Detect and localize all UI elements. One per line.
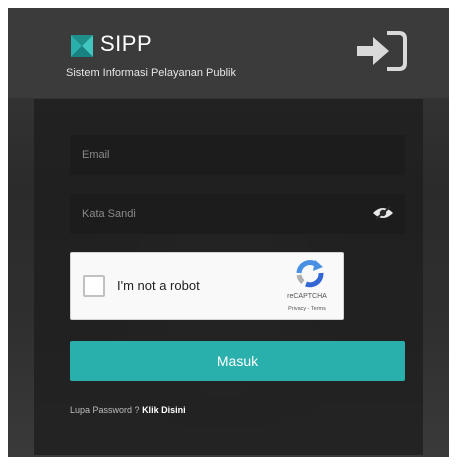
recaptcha-widget: I'm not a robot reCAPTCHA Privacy - Term…: [70, 252, 344, 320]
password-input[interactable]: [70, 194, 405, 234]
email-input[interactable]: [70, 135, 405, 175]
header: SIPP Sistem Informasi Pelayanan Publik: [8, 8, 449, 98]
forgot-password-link[interactable]: Klik Disini: [142, 405, 186, 415]
app-subtitle: Sistem Informasi Pelayanan Publik: [66, 67, 236, 79]
login-button[interactable]: Masuk: [70, 341, 405, 381]
recaptcha-label: I'm not a robot: [117, 278, 200, 293]
eye-slash-icon[interactable]: [372, 206, 394, 220]
sipp-logo-icon: [71, 35, 93, 57]
recaptcha-privacy-terms[interactable]: Privacy - Terms: [273, 306, 341, 312]
app-title: SIPP: [100, 31, 153, 56]
forgot-password: Lupa Password ? Klik Disini: [70, 405, 186, 415]
forgot-password-text: Lupa Password ?: [70, 405, 140, 415]
sign-in-icon[interactable]: [353, 30, 409, 72]
recaptcha-logo-icon: [296, 260, 324, 288]
recaptcha-checkbox[interactable]: [83, 275, 105, 297]
recaptcha-brand: reCAPTCHA: [287, 293, 327, 300]
login-page: SIPP Sistem Informasi Pelayanan Publik I…: [8, 8, 449, 457]
